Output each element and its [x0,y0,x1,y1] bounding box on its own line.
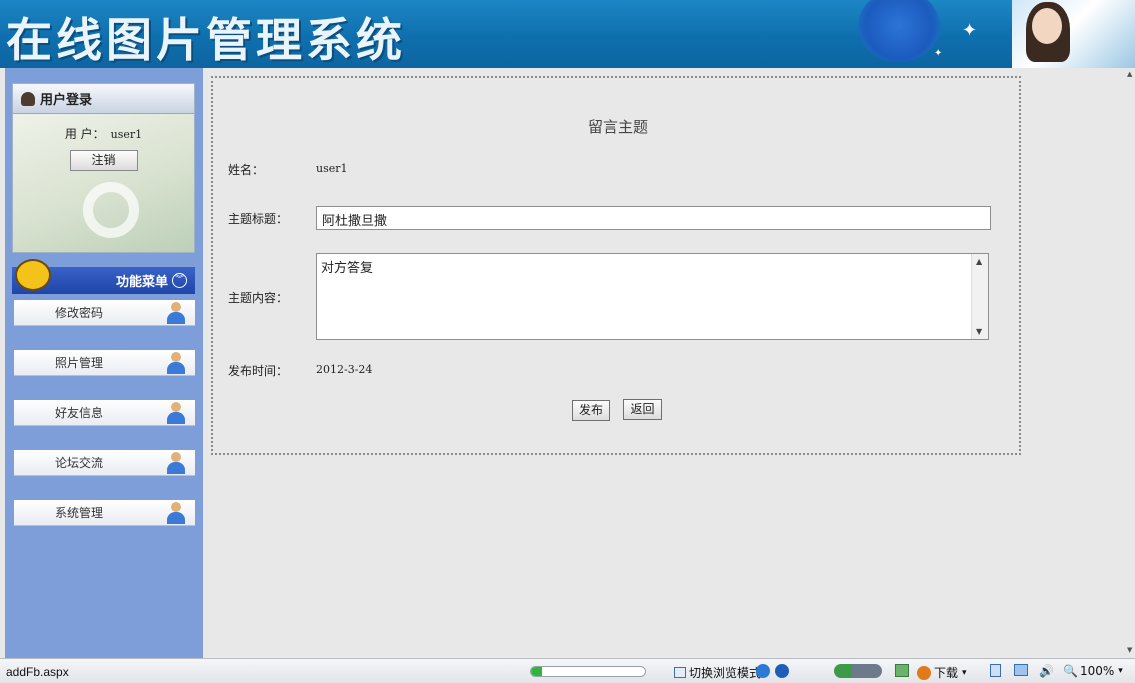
menu-item-label: 照片管理 [54,356,103,370]
monitor-icon[interactable] [1014,664,1028,676]
person-icon [165,502,187,524]
globe-icon[interactable] [775,664,789,678]
person-icon [165,452,187,474]
chevron-down-icon: ▾ [962,667,967,678]
browse-mode-label: 切换浏览模式 [689,666,762,680]
menu-logo-icon [15,259,51,291]
content-label: 主题内容： [228,291,289,305]
chevron-down-icon[interactable]: ︾ [172,273,187,288]
login-panel-header: 用户登录 [13,84,194,114]
banner-angel-image [1012,0,1135,68]
zoom-value: 100% [1079,664,1115,678]
user-icon [21,91,35,106]
page-scrollbar[interactable]: ▲ ▼ [1126,68,1135,656]
sparkle-icon: ✦ [934,48,943,59]
menu-item-system-management[interactable]: 系统管理 [14,500,195,526]
publish-button[interactable]: 发布 [572,400,610,421]
name-value: user1 [316,162,348,175]
textarea-scrollbar[interactable]: ▲ ▼ [971,254,988,339]
menu-item-change-password[interactable]: 修改密码 [14,300,195,326]
progress-fill [531,667,543,676]
menu-item-label: 系统管理 [54,506,103,520]
zoom-icon: 🔍 [1063,664,1078,678]
message-form-panel: 留言主题 姓名： user1 主题标题： 阿杜撒旦撒 主题内容： 对方答复 ▲ … [211,76,1021,455]
shield-icon[interactable] [895,664,909,677]
content-textarea[interactable]: 对方答复 ▲ ▼ [316,253,989,340]
menu-item-label: 论坛交流 [54,456,103,470]
subject-label: 主题标题： [228,212,289,226]
loading-progress-bar [530,666,646,677]
person-icon [165,352,187,374]
download-menu[interactable]: 下载 ▾ [917,664,967,681]
chevron-down-icon: ▾ [1118,666,1123,676]
name-label: 姓名： [228,163,265,177]
form-title: 留言主题 [587,118,648,136]
window-icon [674,667,686,678]
favorites-icon[interactable] [990,664,1001,677]
browse-mode-toggle[interactable]: 切换浏览模式 [674,664,761,681]
toggle-switch-icon[interactable] [834,664,882,678]
download-icon [917,665,931,680]
zoom-control[interactable]: 🔍 100% ▾ [1063,664,1123,678]
header-banner: 在线图片管理系统 ✦ ✦ [0,0,1135,68]
menu-item-label: 好友信息 [54,406,103,420]
person-icon [165,302,187,324]
browser-status-bar: addFb.aspx 切换浏览模式 下载 ▾ 🔊 🔍 100% ▾ [0,658,1135,683]
site-title: 在线图片管理系统 [6,13,406,67]
scroll-up-icon[interactable]: ▲ [976,257,982,266]
publish-time-value: 2012-3-24 [316,363,373,376]
publish-time-label: 发布时间： [228,364,289,378]
menu-item-forum[interactable]: 论坛交流 [14,450,195,476]
login-panel-title: 用户登录 [40,93,93,108]
scroll-down-icon[interactable]: ▼ [976,327,982,336]
user-login-panel: 用户登录 用 户： user1 注销 [12,83,195,253]
user-label: 用 户： [64,127,105,141]
menu-item-friends[interactable]: 好友信息 [14,400,195,426]
scroll-up-icon[interactable]: ▲ [1127,70,1132,78]
logout-button[interactable]: 注销 [69,150,138,171]
ie-icon[interactable] [756,664,770,678]
decorative-sun [858,0,940,62]
download-label: 下载 [934,666,959,680]
menu-title: 功能菜单 [115,275,168,290]
status-url: addFb.aspx [6,665,69,679]
volume-icon[interactable]: 🔊 [1039,664,1054,678]
person-icon [165,402,187,424]
sidebar: 用户登录 用 户： user1 注销 功能菜单 ︾ 修改密码 照片管理 好友信息 … [5,68,203,658]
sparkle-icon: ✦ [962,20,978,41]
scroll-down-icon[interactable]: ▼ [1127,646,1132,654]
back-button[interactable]: 返回 [623,399,662,420]
subject-input[interactable]: 阿杜撒旦撒 [316,206,991,230]
menu-item-photo-management[interactable]: 照片管理 [14,350,195,376]
content-text: 对方答复 [321,261,374,276]
menu-item-label: 修改密码 [54,306,103,320]
user-value: user1 [110,128,143,141]
angel-face [1032,8,1062,44]
current-user: 用 户： user1 [13,125,194,142]
key-icon [83,182,139,238]
